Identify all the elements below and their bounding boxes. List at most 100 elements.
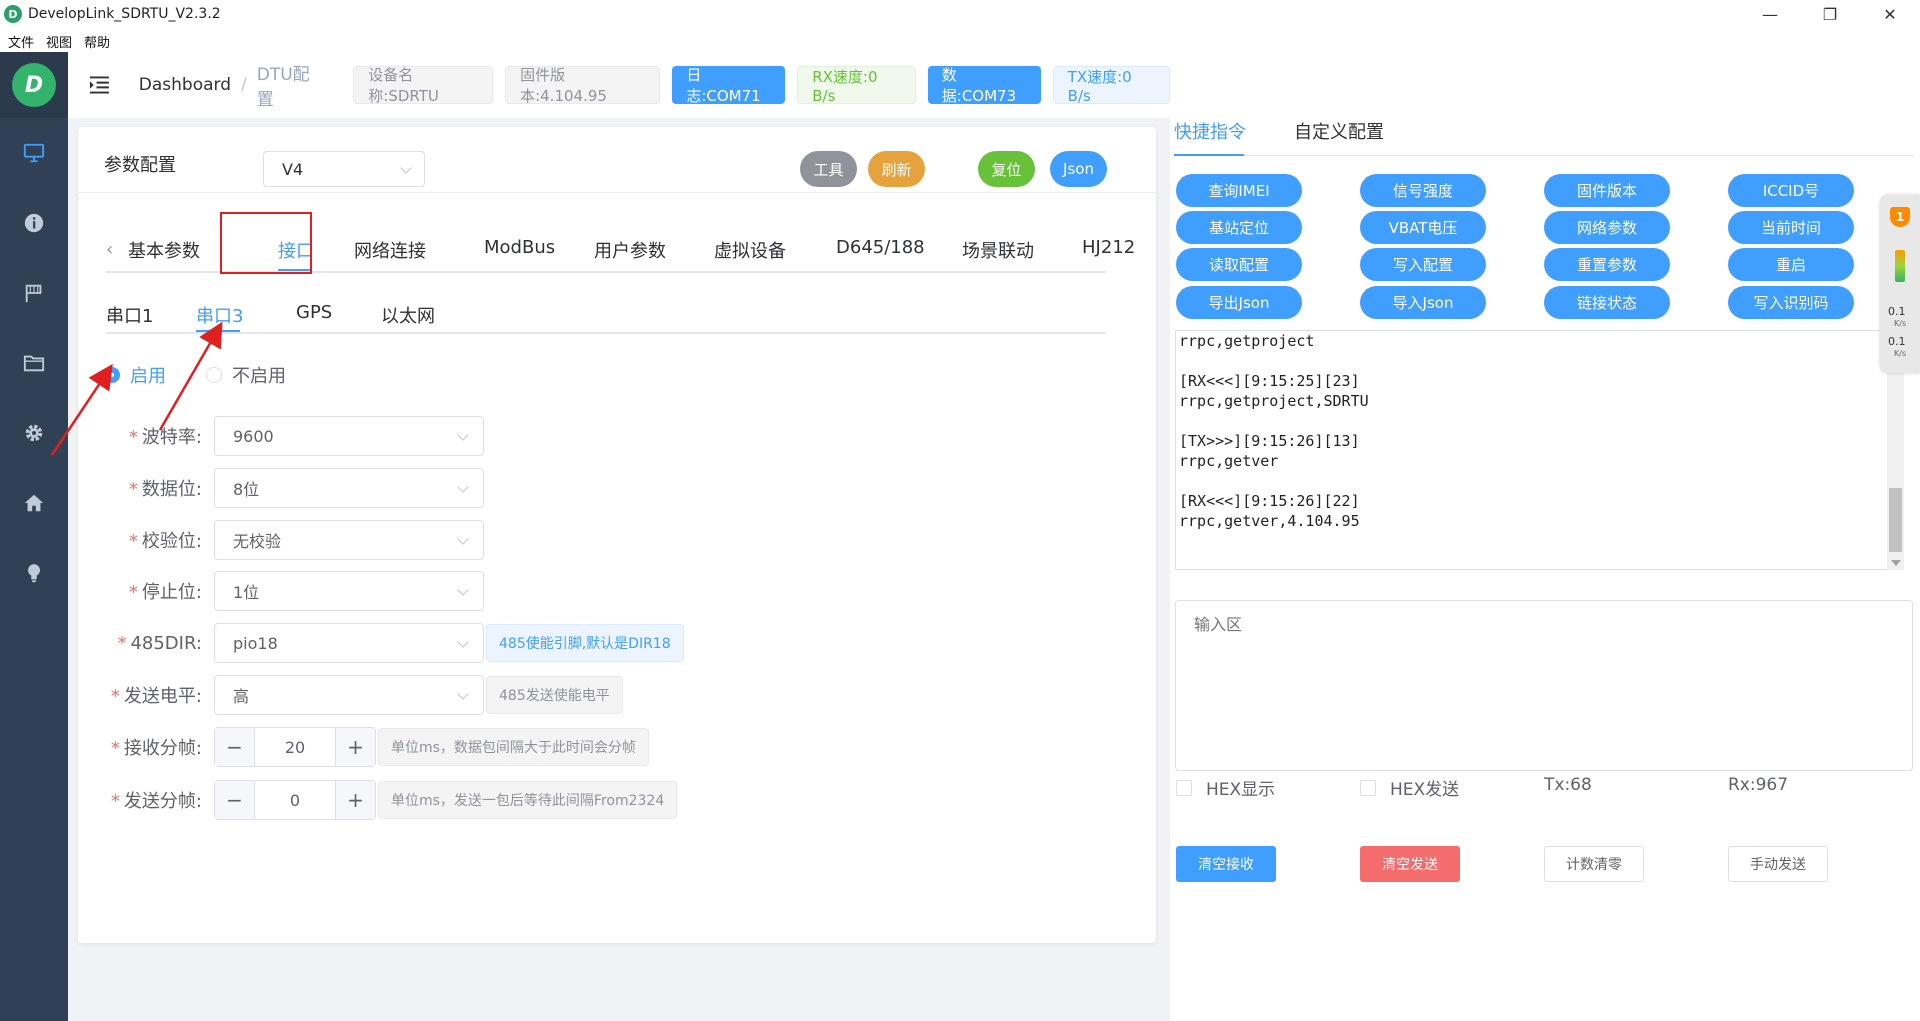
reset-params-button[interactable]: 重置参数 (1544, 248, 1670, 281)
hex-show-checkbox-row[interactable]: HEX显示 (1176, 775, 1275, 800)
sidebar-item-dashboard[interactable] (0, 118, 68, 188)
menu-toggle-icon[interactable] (88, 75, 111, 95)
maximize-button[interactable]: ❐ (1800, 0, 1860, 28)
tab-d645[interactable]: D645/188 (836, 237, 925, 258)
cell-location-button[interactable]: 基站定位 (1176, 211, 1302, 244)
tab-virtual-device[interactable]: 虚拟设备 (714, 237, 786, 263)
upload-speed: 0.1 (1888, 305, 1906, 318)
breadcrumb-current: DTU配置 (256, 65, 310, 110)
databits-select[interactable]: 8位 (214, 468, 484, 508)
sidebar-item-home[interactable] (0, 468, 68, 538)
disable-radio[interactable] (206, 367, 222, 383)
manual-send-button[interactable]: 手动发送 (1728, 846, 1828, 882)
hex-show-label: HEX显示 (1206, 780, 1276, 800)
close-button[interactable]: ✕ (1860, 0, 1920, 28)
tab-network[interactable]: 网络连接 (354, 237, 426, 263)
baud-select[interactable]: 9600 (214, 416, 484, 456)
app-icon: D (4, 5, 22, 23)
hex-send-checkbox[interactable] (1360, 779, 1376, 796)
signal-strength-button[interactable]: 信号强度 (1360, 174, 1486, 207)
firmware-version-button[interactable]: 固件版本 (1544, 174, 1670, 207)
network-speed-widget[interactable]: 1 0.1 K/s 0.1 K/s (1880, 195, 1920, 373)
dir485-select[interactable]: pio18 (214, 623, 484, 663)
menu-help[interactable]: 帮助 (84, 32, 110, 51)
rx-frame-input[interactable]: 20 (255, 728, 335, 766)
tab-quick-commands[interactable]: 快捷指令 (1174, 118, 1246, 144)
data-port-button[interactable]: 数据:COM73 (927, 66, 1041, 105)
minimize-button[interactable]: — (1740, 0, 1800, 28)
flag-icon (25, 284, 42, 303)
enable-radio-group: 启用 不启用 (104, 362, 326, 388)
sidebar-item-info[interactable] (0, 188, 68, 258)
tools-button[interactable]: 工具 (800, 151, 857, 187)
gear-icon (25, 424, 43, 442)
sidebar-item-folder[interactable] (0, 328, 68, 398)
disable-label[interactable]: 不启用 (232, 362, 286, 388)
rx-frame-label: * 接收分帧: (110, 738, 202, 759)
query-imei-button[interactable]: 查询IMEI (1176, 174, 1302, 207)
enable-radio[interactable] (104, 367, 120, 383)
parity-select[interactable]: 无校验 (214, 520, 484, 560)
tab-modbus[interactable]: ModBus (484, 237, 555, 258)
tab-hj212[interactable]: HJ212 (1082, 237, 1135, 258)
header: Dashboard / DTU配置 设备名称:SDRTU 固件版本:4.104.… (68, 52, 1171, 118)
home-icon (24, 494, 44, 512)
hex-send-checkbox-row[interactable]: HEX发送 (1360, 775, 1459, 800)
chevron-down-icon (457, 481, 469, 493)
tab-basic[interactable]: 基本参数 (128, 237, 200, 263)
read-config-button[interactable]: 读取配置 (1176, 248, 1302, 281)
enable-label[interactable]: 启用 (130, 362, 166, 388)
stopbits-label: * 停止位: (128, 582, 202, 603)
level-select[interactable]: 高 (214, 675, 484, 715)
receive-log[interactable]: rrpc,getproject [RX<<<][9:15:25][23] rrp… (1175, 330, 1900, 570)
tab-serial3[interactable]: 串口3 (196, 302, 243, 328)
network-params-button[interactable]: 网络参数 (1544, 211, 1670, 244)
vbat-button[interactable]: VBAT电压 (1360, 211, 1486, 244)
tab-user-params[interactable]: 用户参数 (594, 237, 666, 263)
log-port-button[interactable]: 日志:COM71 (672, 66, 786, 105)
clear-send-button[interactable]: 清空发送 (1360, 846, 1460, 882)
version-select[interactable]: V4 (263, 151, 425, 187)
import-json-button[interactable]: 导入Json (1360, 286, 1486, 319)
tx-frame-decrement-button[interactable]: − (215, 781, 255, 819)
active-subtab-indicator (196, 330, 240, 332)
iccid-button[interactable]: ICCID号 (1728, 174, 1854, 207)
write-config-button[interactable]: 写入配置 (1360, 248, 1486, 281)
send-input[interactable] (1175, 600, 1913, 771)
dir485-hint: 485使能引脚,默认是DIR18 (486, 624, 684, 662)
stopbits-select[interactable]: 1位 (214, 571, 484, 611)
rx-frame-decrement-button[interactable]: − (215, 728, 255, 766)
hex-show-checkbox[interactable] (1176, 779, 1192, 796)
scroll-down-icon[interactable] (1891, 560, 1901, 566)
refresh-button[interactable]: 刷新 (868, 151, 925, 187)
tx-frame-input[interactable]: 0 (255, 781, 335, 819)
log-scrollbar-thumb[interactable] (1889, 488, 1902, 552)
link-status-button[interactable]: 链接状态 (1544, 286, 1670, 319)
tab-gps[interactable]: GPS (296, 302, 332, 323)
tx-frame-increment-button[interactable]: + (335, 781, 375, 819)
reset-button[interactable]: 复位 (978, 151, 1035, 187)
tab-ethernet[interactable]: 以太网 (381, 302, 435, 328)
menu-file[interactable]: 文件 (8, 32, 34, 51)
clear-receive-button[interactable]: 清空接收 (1176, 846, 1276, 882)
export-json-button[interactable]: 导出Json (1176, 286, 1302, 319)
menu-view[interactable]: 视图 (46, 32, 72, 51)
rx-count: Rx:967 (1728, 775, 1789, 795)
tab-serial1[interactable]: 串口1 (106, 302, 153, 328)
databits-label: * 数据位: (128, 479, 202, 500)
tab-custom-config[interactable]: 自定义配置 (1294, 118, 1384, 144)
sidebar-item-settings[interactable] (0, 398, 68, 468)
rx-frame-increment-button[interactable]: + (335, 728, 375, 766)
version-value: V4 (282, 159, 304, 179)
current-time-button[interactable]: 当前时间 (1728, 211, 1854, 244)
breadcrumb-home[interactable]: Dashboard (139, 75, 231, 95)
sidebar-item-idea[interactable] (0, 538, 68, 608)
reboot-button[interactable]: 重启 (1728, 248, 1854, 281)
write-id-code-button[interactable]: 写入识别码 (1728, 286, 1854, 319)
json-button[interactable]: Json (1050, 151, 1107, 187)
tabs-prev-icon[interactable]: ‹ (106, 239, 113, 260)
sidebar-item-flag[interactable] (0, 258, 68, 328)
window-title: DevelopLink_SDRTU_V2.3.2 (28, 6, 221, 22)
tab-scene[interactable]: 场景联动 (962, 237, 1034, 263)
count-reset-button[interactable]: 计数清零 (1544, 846, 1644, 882)
